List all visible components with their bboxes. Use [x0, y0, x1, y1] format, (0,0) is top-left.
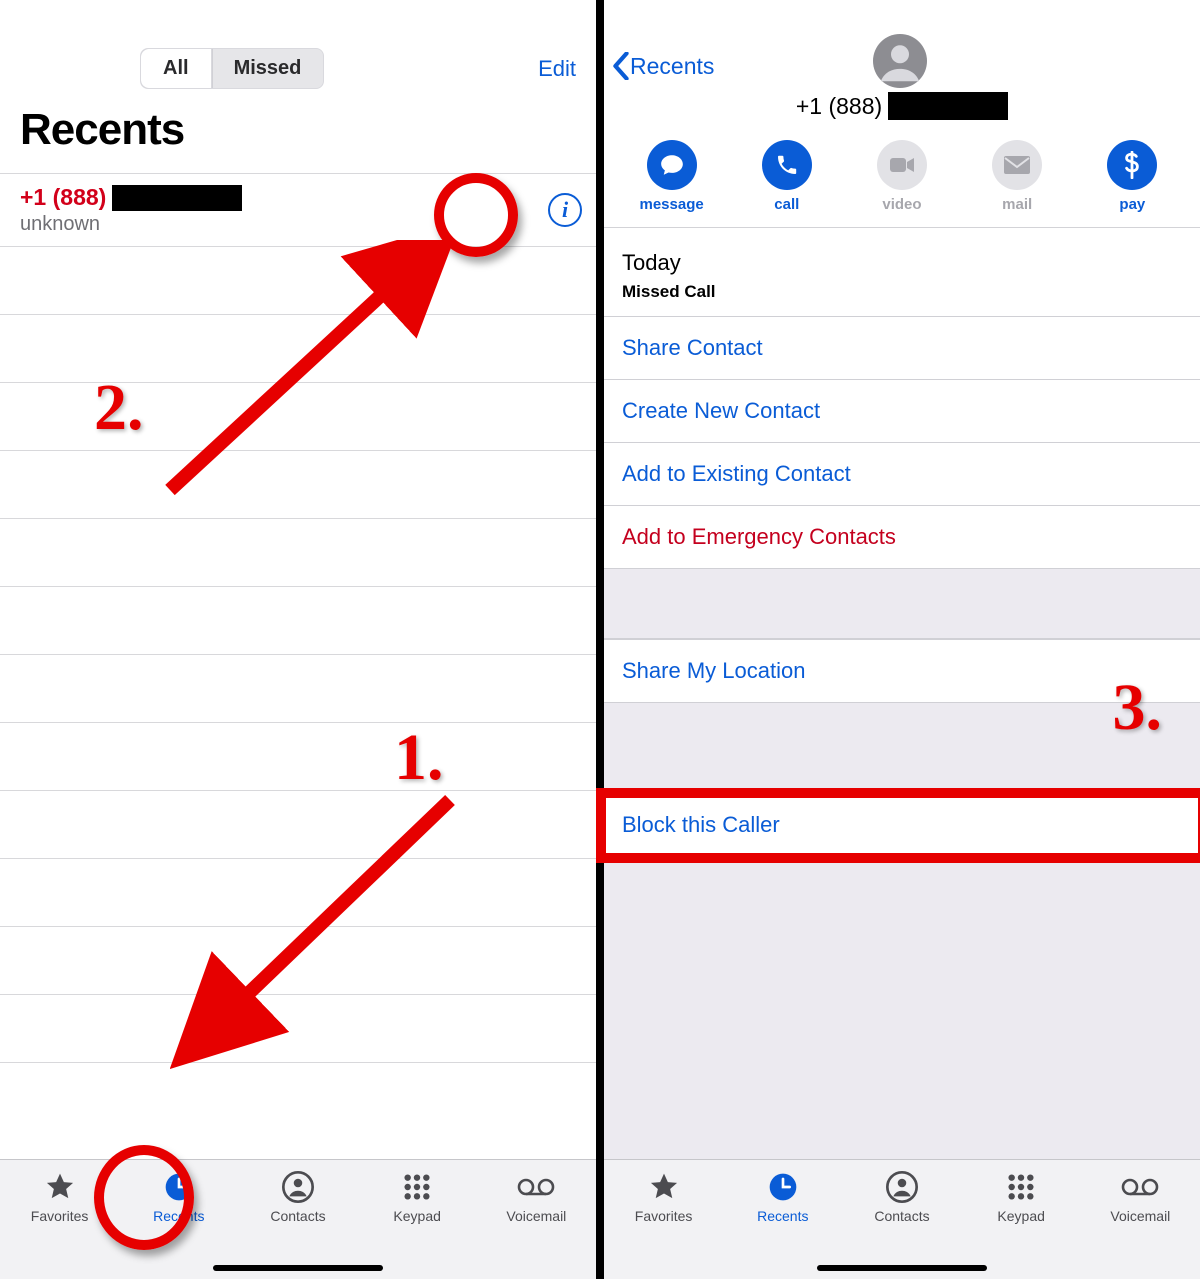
nav-bar: Recents [604, 0, 1200, 90]
action-label: mail [1002, 196, 1032, 213]
tab-label: Voicemail [506, 1208, 566, 1224]
info-button[interactable]: i [548, 193, 582, 227]
contact-avatar[interactable] [873, 34, 927, 93]
star-icon [44, 1170, 76, 1204]
tab-keypad[interactable]: Keypad [367, 1170, 467, 1224]
tab-label: Recents [757, 1208, 808, 1224]
tab-favorites[interactable]: Favorites [10, 1170, 110, 1224]
action-message[interactable]: message [627, 140, 717, 213]
opt-share-contact[interactable]: Share Contact [604, 317, 1200, 380]
voicemail-icon [1120, 1170, 1160, 1204]
back-button[interactable]: Recents [612, 52, 714, 80]
contact-options-list: Share Contact Create New Contact Add to … [604, 317, 1200, 569]
contact-phone-number: +1 (888) [604, 90, 1200, 134]
recent-call-number: +1 (888) [20, 184, 548, 211]
tab-voicemail[interactable]: Voicemail [486, 1170, 586, 1224]
tab-recents[interactable]: Recents [129, 1170, 229, 1224]
tab-label: Keypad [393, 1208, 440, 1224]
action-mail: mail [972, 140, 1062, 213]
opt-create-new-contact[interactable]: Create New Contact [604, 380, 1200, 443]
tab-recents[interactable]: Recents [733, 1170, 833, 1224]
star-icon [648, 1170, 680, 1204]
segment-all[interactable]: All [141, 49, 212, 88]
chevron-left-icon [612, 52, 630, 80]
action-label: message [639, 196, 703, 213]
voicemail-icon [516, 1170, 556, 1204]
opt-share-my-location[interactable]: Share My Location [604, 640, 1200, 703]
action-video: video [857, 140, 947, 213]
action-label: call [774, 196, 799, 213]
today-section: Today Missed Call [604, 228, 1200, 317]
toolbar: All Missed Edit [0, 0, 596, 99]
opt-add-existing-contact[interactable]: Add to Existing Contact [604, 443, 1200, 506]
clock-icon [163, 1170, 195, 1204]
contact-icon [886, 1170, 918, 1204]
page-title: Recents [0, 99, 596, 174]
today-heading: Today [604, 228, 1200, 282]
contact-icon [282, 1170, 314, 1204]
home-indicator[interactable] [213, 1265, 383, 1271]
empty-list [0, 247, 596, 1063]
keypad-icon [1005, 1170, 1037, 1204]
recent-call-text: +1 (888) unknown [20, 184, 548, 236]
segment-missed[interactable]: Missed [212, 49, 324, 88]
mail-icon [992, 140, 1042, 190]
tab-keypad[interactable]: Keypad [971, 1170, 1071, 1224]
segment-control: All Missed [140, 48, 324, 89]
edit-button[interactable]: Edit [538, 56, 576, 82]
tab-label: Voicemail [1110, 1208, 1170, 1224]
recent-call-source: unknown [20, 213, 548, 236]
phone-left: All Missed Edit Recents +1 (888) unknown… [0, 0, 596, 1279]
video-icon [877, 140, 927, 190]
tab-voicemail[interactable]: Voicemail [1090, 1170, 1190, 1224]
back-label: Recents [630, 53, 714, 80]
tab-label: Favorites [635, 1208, 693, 1224]
contact-actions: message call video mail pay [604, 134, 1200, 228]
redacted-number [112, 185, 242, 211]
section-gap [604, 569, 1200, 639]
tab-label: Contacts [874, 1208, 929, 1224]
action-label: pay [1119, 196, 1145, 213]
phone-right: Recents +1 (888) message call video [604, 0, 1200, 1279]
tab-contacts[interactable]: Contacts [248, 1170, 348, 1224]
action-pay[interactable]: pay [1087, 140, 1177, 213]
redacted-number [888, 92, 1008, 120]
opt-block-this-caller[interactable]: Block this Caller [604, 794, 1200, 857]
clock-icon [767, 1170, 799, 1204]
section-gap [604, 703, 1200, 793]
tab-contacts[interactable]: Contacts [852, 1170, 952, 1224]
tab-favorites[interactable]: Favorites [614, 1170, 714, 1224]
tab-label: Keypad [997, 1208, 1044, 1224]
keypad-icon [401, 1170, 433, 1204]
dollar-icon [1107, 140, 1157, 190]
phone-prefix: +1 (888) [796, 93, 882, 120]
tab-label: Recents [153, 1208, 204, 1224]
tab-bar: Favorites Recents Contacts Keypad Voicem… [604, 1159, 1200, 1279]
opt-add-emergency-contacts[interactable]: Add to Emergency Contacts [604, 506, 1200, 569]
home-indicator[interactable] [817, 1265, 987, 1271]
today-subheading: Missed Call [604, 282, 1200, 317]
message-icon [647, 140, 697, 190]
tab-label: Favorites [31, 1208, 89, 1224]
tab-label: Contacts [270, 1208, 325, 1224]
screenshot-divider [596, 0, 604, 1279]
phone-icon [762, 140, 812, 190]
tab-bar: Favorites Recents Contacts Keypad [0, 1159, 596, 1279]
action-label: video [882, 196, 921, 213]
recent-call-row[interactable]: +1 (888) unknown i [0, 174, 596, 247]
number-prefix: +1 (888) [20, 184, 106, 211]
action-call[interactable]: call [742, 140, 832, 213]
